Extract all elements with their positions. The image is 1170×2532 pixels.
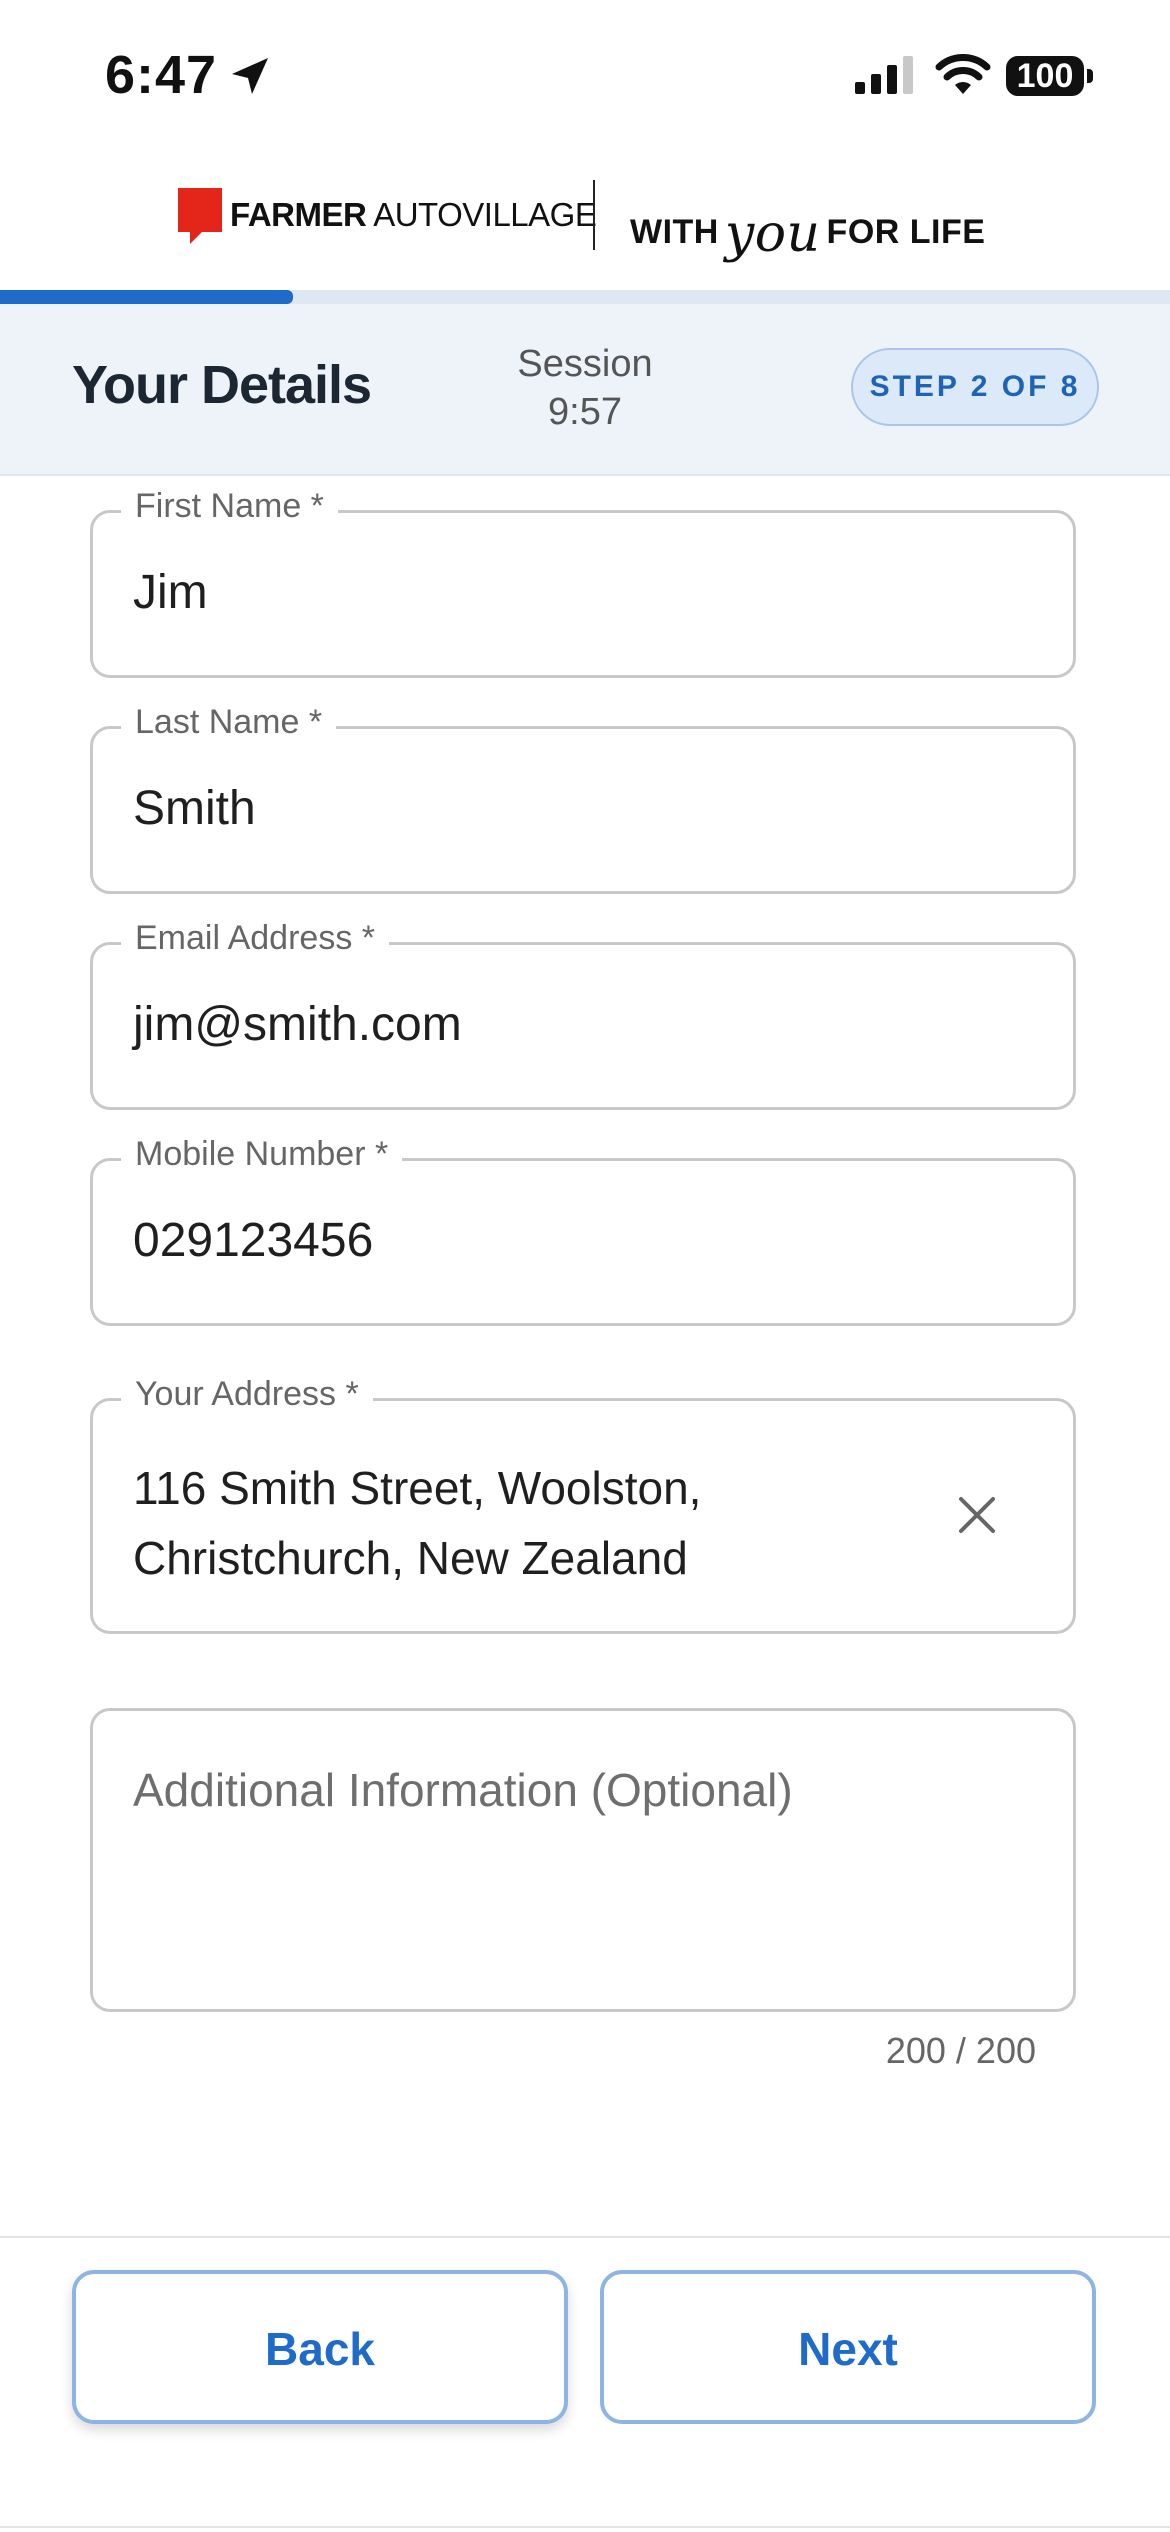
character-counter: 200 / 200 xyxy=(885,2030,1036,2071)
email-value[interactable]: jim@smith.com xyxy=(133,997,462,1052)
close-icon[interactable] xyxy=(953,1491,1001,1539)
last-name-field[interactable]: Last Name * Smith xyxy=(90,703,1076,894)
session-timer: Session 9:57 xyxy=(470,340,700,436)
email-label: Email Address * xyxy=(121,919,389,958)
address-field[interactable]: Your Address * 116 Smith Street, Woolsto… xyxy=(90,1375,1076,1634)
progress-bar xyxy=(0,290,1170,304)
brand-tagline: WITH you FOR LIFE xyxy=(630,204,986,264)
battery-icon: 100 xyxy=(1006,56,1084,96)
step-badge: STEP 2 OF 8 xyxy=(851,348,1099,426)
email-field[interactable]: Email Address * jim@smith.com xyxy=(90,919,1076,1110)
session-time: 9:57 xyxy=(548,391,622,433)
page-title: Your Details xyxy=(72,355,372,415)
mobile-field[interactable]: Mobile Number * 029123456 xyxy=(90,1135,1076,1326)
mobile-value[interactable]: 029123456 xyxy=(133,1213,373,1268)
wifi-icon xyxy=(935,54,991,94)
last-name-label: Last Name * xyxy=(121,703,337,742)
first-name-field[interactable]: First Name * Jim xyxy=(90,487,1076,678)
brand-divider xyxy=(593,180,595,250)
session-label: Session xyxy=(517,343,653,385)
next-button[interactable]: Next xyxy=(600,2270,1096,2424)
status-bar: 6:47 100 xyxy=(0,0,1170,150)
address-line-1: 116 Smith Street, Woolston, xyxy=(133,1462,702,1514)
additional-info-textarea[interactable]: Additional Information (Optional) xyxy=(90,1708,1076,2012)
last-name-value[interactable]: Smith xyxy=(133,781,256,836)
signal-icon xyxy=(855,56,913,94)
brand-logo-mark xyxy=(178,188,222,244)
back-button[interactable]: Back xyxy=(72,2270,568,2424)
mobile-label: Mobile Number * xyxy=(121,1135,403,1174)
address-label: Your Address * xyxy=(121,1375,373,1414)
step-header: Your Details Session 9:57 STEP 2 OF 8 xyxy=(0,304,1170,476)
first-name-label: First Name * xyxy=(121,487,338,526)
battery-cap xyxy=(1087,69,1093,83)
brand-header: FARMER AUTOVILLAGE WITH you FOR LIFE xyxy=(0,150,1170,290)
progress-fill xyxy=(0,290,293,304)
address-line-2: Christchurch, New Zealand xyxy=(133,1532,688,1584)
address-value[interactable]: 116 Smith Street, Woolston, Christchurch… xyxy=(133,1453,701,1593)
first-name-value[interactable]: Jim xyxy=(133,565,208,620)
bottom-divider xyxy=(0,2236,1170,2238)
location-arrow-icon xyxy=(232,58,268,94)
bottom-edge-line xyxy=(0,2526,1170,2528)
brand-name: FARMER AUTOVILLAGE xyxy=(230,196,597,233)
status-time: 6:47 xyxy=(105,45,218,105)
additional-info-placeholder: Additional Information (Optional) xyxy=(133,1764,793,1816)
